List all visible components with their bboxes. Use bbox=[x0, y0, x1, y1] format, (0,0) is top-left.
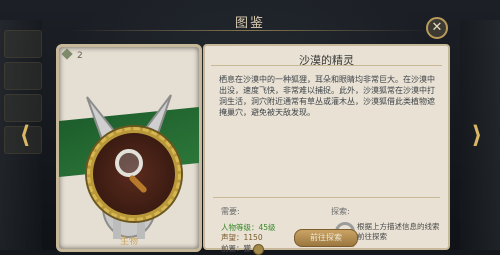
go-explore-button[interactable]: 前往探索 bbox=[294, 229, 358, 247]
card-caption: 生物 bbox=[119, 237, 138, 247]
explore-hint: 根据上方描述信息的线索前往探索 bbox=[357, 222, 440, 241]
explore-label: 探索: bbox=[331, 207, 350, 216]
count-badge: 2 bbox=[61, 48, 83, 61]
medal-emblem bbox=[87, 127, 181, 221]
title-divider bbox=[70, 30, 430, 31]
page-title: 图鉴 bbox=[234, 16, 265, 31]
arrow-right-icon[interactable]: ⟩ bbox=[466, 123, 488, 147]
creature-card: 2 生物 bbox=[56, 44, 202, 252]
detail-panel: 沙漠的精灵 栖息在沙漠中的一种狐狸，耳朵和眼睛均非常巨大。在沙漠中出没，速度飞快… bbox=[203, 44, 450, 255]
side-tab bbox=[4, 94, 42, 122]
section-divider bbox=[213, 197, 440, 198]
title-rule bbox=[211, 65, 442, 66]
magnifier-icon bbox=[115, 149, 143, 177]
side-tab bbox=[4, 62, 42, 90]
count-value: 2 bbox=[77, 51, 83, 61]
requirements-label: 需要: bbox=[221, 207, 240, 216]
requirement-prerequisite: 前置：獾 bbox=[221, 243, 265, 255]
coin-icon bbox=[253, 243, 265, 255]
requirement-prerequisite-text: 前置：獾 bbox=[221, 244, 251, 253]
header: 图鉴 ✕ bbox=[0, 0, 500, 40]
close-icon[interactable]: ✕ bbox=[426, 17, 448, 39]
gem-icon bbox=[61, 48, 73, 60]
creature-description: 栖息在沙漠中的一种狐狸，耳朵和眼睛均非常巨大。在沙漠中出没，速度飞快，非常难以捕… bbox=[219, 75, 435, 117]
arrow-left-icon[interactable]: ⟨ bbox=[14, 123, 36, 147]
requirement-reputation: 声望：1150 bbox=[221, 233, 263, 242]
